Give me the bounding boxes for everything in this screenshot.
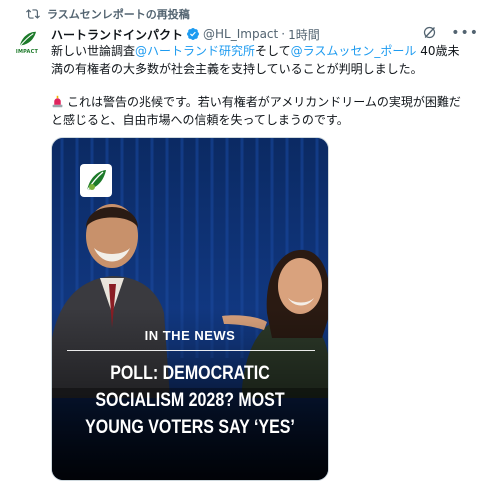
mention-link[interactable]: @ハートランド研究所 bbox=[135, 44, 255, 58]
grok-icon[interactable] bbox=[422, 25, 437, 40]
text-segment: 新しい世論調査 bbox=[51, 44, 136, 58]
avatar[interactable]: IMPACT bbox=[10, 30, 44, 64]
headline-line: SOCIALISM 2028? MOST bbox=[95, 389, 285, 411]
mention-link[interactable]: @ラスムッセン_ポール bbox=[291, 44, 417, 58]
text-segment: 40歳未 bbox=[416, 44, 460, 58]
text-line: 満の有権者の大多数が社会主義を支持していることが判明しました。 bbox=[51, 61, 423, 76]
repost-text: ラスムセンレポートの再投稿 bbox=[47, 8, 190, 21]
text-line: と感じると、自由市場への信頼を失ってしまうのです。 bbox=[51, 112, 349, 127]
repost-icon bbox=[26, 9, 40, 19]
verified-badge-icon bbox=[187, 28, 199, 40]
news-label: IN THE NEWS bbox=[144, 328, 236, 343]
more-icon[interactable]: ••• bbox=[451, 26, 479, 40]
media-image[interactable]: IN THE NEWS POLL: DEMOCRATIC SOCIALISM 2… bbox=[51, 137, 329, 481]
logo-leaf-icon bbox=[19, 31, 36, 47]
tweet-text: 新しい世論調査@ハートランド研究所そして@ラスムッセン_ポール 40歳未 満の有… bbox=[51, 43, 481, 129]
headline-line: YOUNG VOTERS SAY ‘YES’ bbox=[85, 416, 295, 438]
avatar-text: IMPACT bbox=[15, 49, 39, 55]
text-segment: そして bbox=[255, 44, 291, 58]
logo-leaf-icon bbox=[86, 170, 106, 192]
siren-emoji-icon bbox=[52, 95, 63, 108]
tweet-header: ハートランドインパクト @HL_Impact · 1時間 ••• bbox=[51, 25, 479, 43]
divider bbox=[67, 350, 315, 351]
separator: · bbox=[281, 27, 286, 41]
headline-line: POLL: DEMOCRATIC bbox=[110, 362, 270, 384]
author-handle[interactable]: @HL_Impact bbox=[203, 27, 278, 41]
repost-indicator[interactable]: ラスムセンレポートの再投稿 bbox=[26, 6, 190, 22]
timestamp[interactable]: 1時間 bbox=[288, 26, 320, 43]
tweet[interactable]: ラスムセンレポートの再投稿 IMPACT ハートランドインパクト @HL_Imp… bbox=[0, 0, 489, 488]
headline: POLL: DEMOCRATIC SOCIALISM 2028? MOST YO… bbox=[77, 360, 303, 441]
text-line: これは警告の兆候です。若い有権者がアメリカンドリームの実現が困難だ bbox=[67, 95, 461, 109]
author-name[interactable]: ハートランドインパクト bbox=[51, 26, 183, 43]
media-logo bbox=[80, 164, 112, 197]
